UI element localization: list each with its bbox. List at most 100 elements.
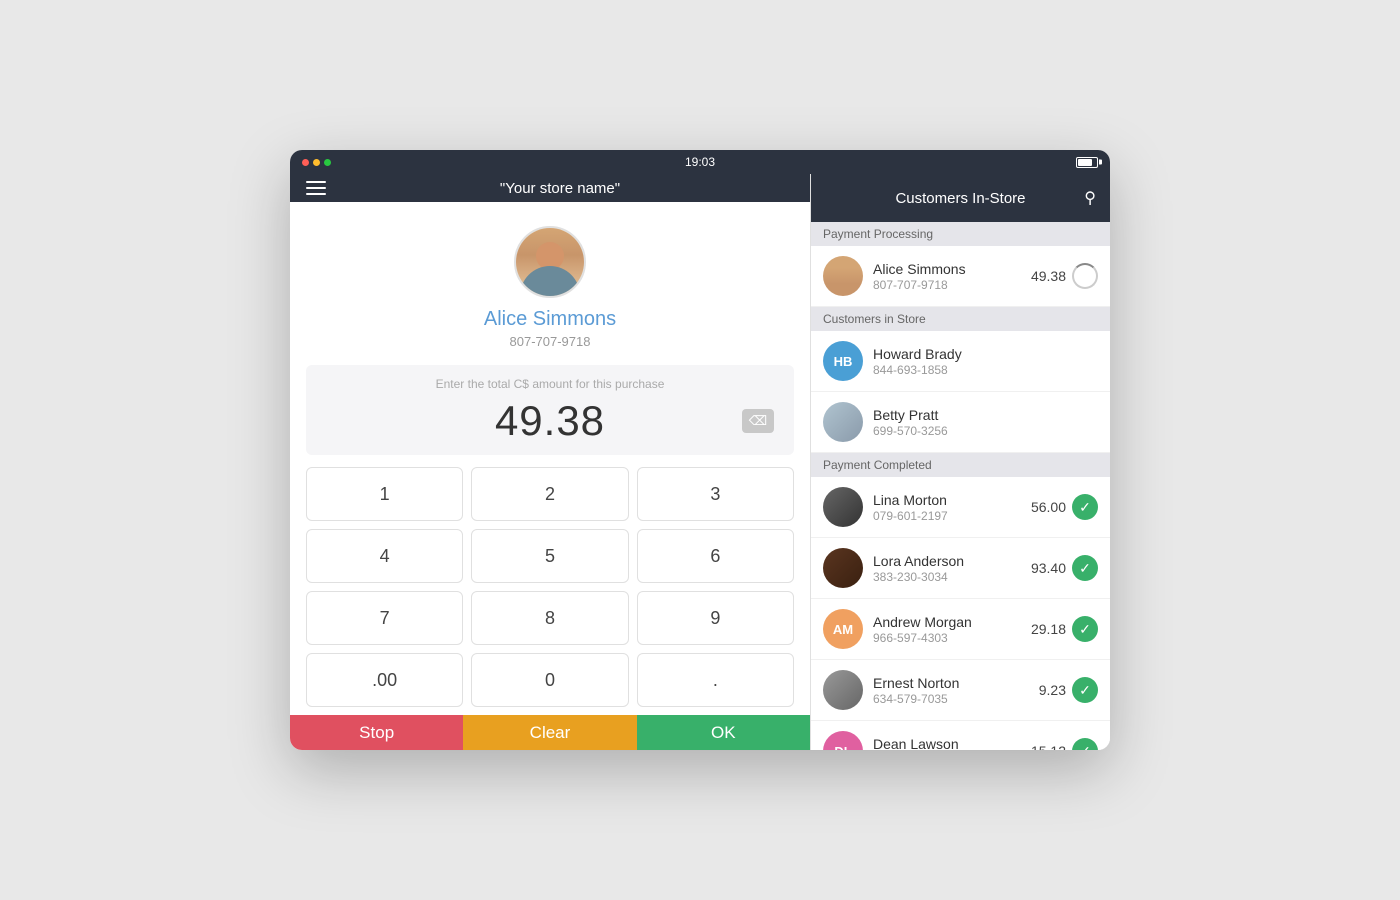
avatar-image: [516, 228, 584, 296]
customer-info: Betty Pratt 699-570-3256: [873, 407, 1098, 438]
profile-section: Alice Simmons 807-707-9718: [290, 202, 810, 365]
list-item[interactable]: Ernest Norton 634-579-7035 9.23 ✓: [811, 660, 1110, 721]
customer-info: Dean Lawson 689-633-3726: [873, 736, 1021, 751]
customer-phone: 634-579-7035: [873, 692, 1029, 706]
keypad: 1 2 3 4 5 6 7 8 9 .00 0 .: [290, 467, 810, 715]
section-customers-in-store: Customers in Store: [811, 307, 1110, 331]
customer-phone: 966-597-4303: [873, 631, 1021, 645]
customer-amount: 56.00: [1031, 499, 1066, 515]
search-icon[interactable]: ⚲: [1084, 188, 1096, 208]
ok-button[interactable]: OK: [637, 715, 810, 750]
dot-yellow[interactable]: [313, 159, 320, 166]
store-name: "Your store name": [326, 180, 794, 197]
customer-right: 29.18 ✓: [1031, 616, 1098, 642]
key-2[interactable]: 2: [471, 467, 628, 521]
customer-name: Alice Simmons: [873, 261, 1021, 277]
customer-right: 15.12 ✓: [1031, 738, 1098, 750]
keypad-row-1: 1 2 3: [306, 467, 794, 521]
key-double-zero[interactable]: .00: [306, 653, 463, 707]
status-time: 19:03: [685, 155, 715, 169]
list-item[interactable]: Alice Simmons 807-707-9718 49.38: [811, 246, 1110, 307]
customer-amount: 15.12: [1031, 743, 1066, 750]
customer-info: Ernest Norton 634-579-7035: [873, 675, 1029, 706]
right-panel: Customers In-Store ⚲ Payment Processing …: [810, 174, 1110, 750]
customer-info: Andrew Morgan 966-597-4303: [873, 614, 1021, 645]
list-item[interactable]: DL Dean Lawson 689-633-3726 15.12 ✓: [811, 721, 1110, 750]
status-check-icon: ✓: [1072, 494, 1098, 520]
amount-value: 49.38: [495, 397, 605, 445]
list-item[interactable]: AM Andrew Morgan 966-597-4303 29.18 ✓: [811, 599, 1110, 660]
avatar: [823, 548, 863, 588]
customer-right: 9.23 ✓: [1039, 677, 1098, 703]
action-buttons: Stop Clear OK: [290, 715, 810, 750]
right-panel-title: Customers In-Store: [895, 190, 1025, 207]
left-header: "Your store name": [290, 174, 810, 202]
hamburger-line-1: [306, 181, 326, 183]
key-1[interactable]: 1: [306, 467, 463, 521]
right-header: Customers In-Store ⚲: [811, 174, 1110, 222]
status-processing-icon: [1072, 263, 1098, 289]
key-decimal[interactable]: .: [637, 653, 794, 707]
avatar: DL: [823, 731, 863, 750]
amount-hint: Enter the total C$ amount for this purch…: [322, 377, 778, 391]
hamburger-line-2: [306, 187, 326, 189]
profile-avatar: [514, 226, 586, 298]
list-item[interactable]: Betty Pratt 699-570-3256: [811, 392, 1110, 453]
customer-amount: 49.38: [1031, 268, 1066, 284]
keypad-row-4: .00 0 .: [306, 653, 794, 707]
key-0[interactable]: 0: [471, 653, 628, 707]
avatar: [823, 670, 863, 710]
section-payment-completed: Payment Completed: [811, 453, 1110, 477]
customer-name: Dean Lawson: [873, 736, 1021, 751]
list-item[interactable]: Lora Anderson 383-230-3034 93.40 ✓: [811, 538, 1110, 599]
avatar: HB: [823, 341, 863, 381]
key-5[interactable]: 5: [471, 529, 628, 583]
battery-icon: [1076, 157, 1098, 168]
customer-name: Howard Brady: [873, 346, 1098, 362]
stop-button[interactable]: Stop: [290, 715, 463, 750]
dot-red[interactable]: [302, 159, 309, 166]
keypad-row-3: 7 8 9: [306, 591, 794, 645]
list-item[interactable]: Lina Morton 079-601-2197 56.00 ✓: [811, 477, 1110, 538]
customer-info: Alice Simmons 807-707-9718: [873, 261, 1021, 292]
key-9[interactable]: 9: [637, 591, 794, 645]
customer-phone: 699-570-3256: [873, 424, 1098, 438]
profile-name: Alice Simmons: [484, 308, 616, 331]
key-8[interactable]: 8: [471, 591, 628, 645]
customer-name: Andrew Morgan: [873, 614, 1021, 630]
clear-button[interactable]: Clear: [463, 715, 636, 750]
avatar: [823, 487, 863, 527]
device-frame: 19:03 "Your store name": [290, 150, 1110, 750]
customer-amount: 9.23: [1039, 682, 1066, 698]
hamburger-line-3: [306, 193, 326, 195]
customer-phone: 844-693-1858: [873, 363, 1098, 377]
section-payment-processing: Payment Processing: [811, 222, 1110, 246]
keypad-row-2: 4 5 6: [306, 529, 794, 583]
customer-right: 49.38: [1031, 263, 1098, 289]
battery-fill: [1078, 159, 1092, 166]
key-7[interactable]: 7: [306, 591, 463, 645]
customer-right: 56.00 ✓: [1031, 494, 1098, 520]
dot-green[interactable]: [324, 159, 331, 166]
customer-amount: 93.40: [1031, 560, 1066, 576]
customer-info: Howard Brady 844-693-1858: [873, 346, 1098, 377]
status-check-icon: ✓: [1072, 677, 1098, 703]
customer-phone: 383-230-3034: [873, 570, 1021, 584]
customer-info: Lora Anderson 383-230-3034: [873, 553, 1021, 584]
status-bar: 19:03: [290, 150, 1110, 174]
key-6[interactable]: 6: [637, 529, 794, 583]
list-item[interactable]: HB Howard Brady 844-693-1858: [811, 331, 1110, 392]
key-3[interactable]: 3: [637, 467, 794, 521]
amount-display: 49.38 ⌫: [322, 397, 778, 445]
backspace-button[interactable]: ⌫: [742, 409, 774, 433]
window-controls: [302, 159, 331, 166]
customer-amount: 29.18: [1031, 621, 1066, 637]
key-4[interactable]: 4: [306, 529, 463, 583]
customer-right: 93.40 ✓: [1031, 555, 1098, 581]
left-panel: "Your store name" Alice Simmons 807-707-…: [290, 174, 810, 750]
status-check-icon: ✓: [1072, 738, 1098, 750]
main-content: "Your store name" Alice Simmons 807-707-…: [290, 174, 1110, 750]
menu-button[interactable]: [306, 181, 326, 195]
avatar: AM: [823, 609, 863, 649]
customer-name: Betty Pratt: [873, 407, 1098, 423]
